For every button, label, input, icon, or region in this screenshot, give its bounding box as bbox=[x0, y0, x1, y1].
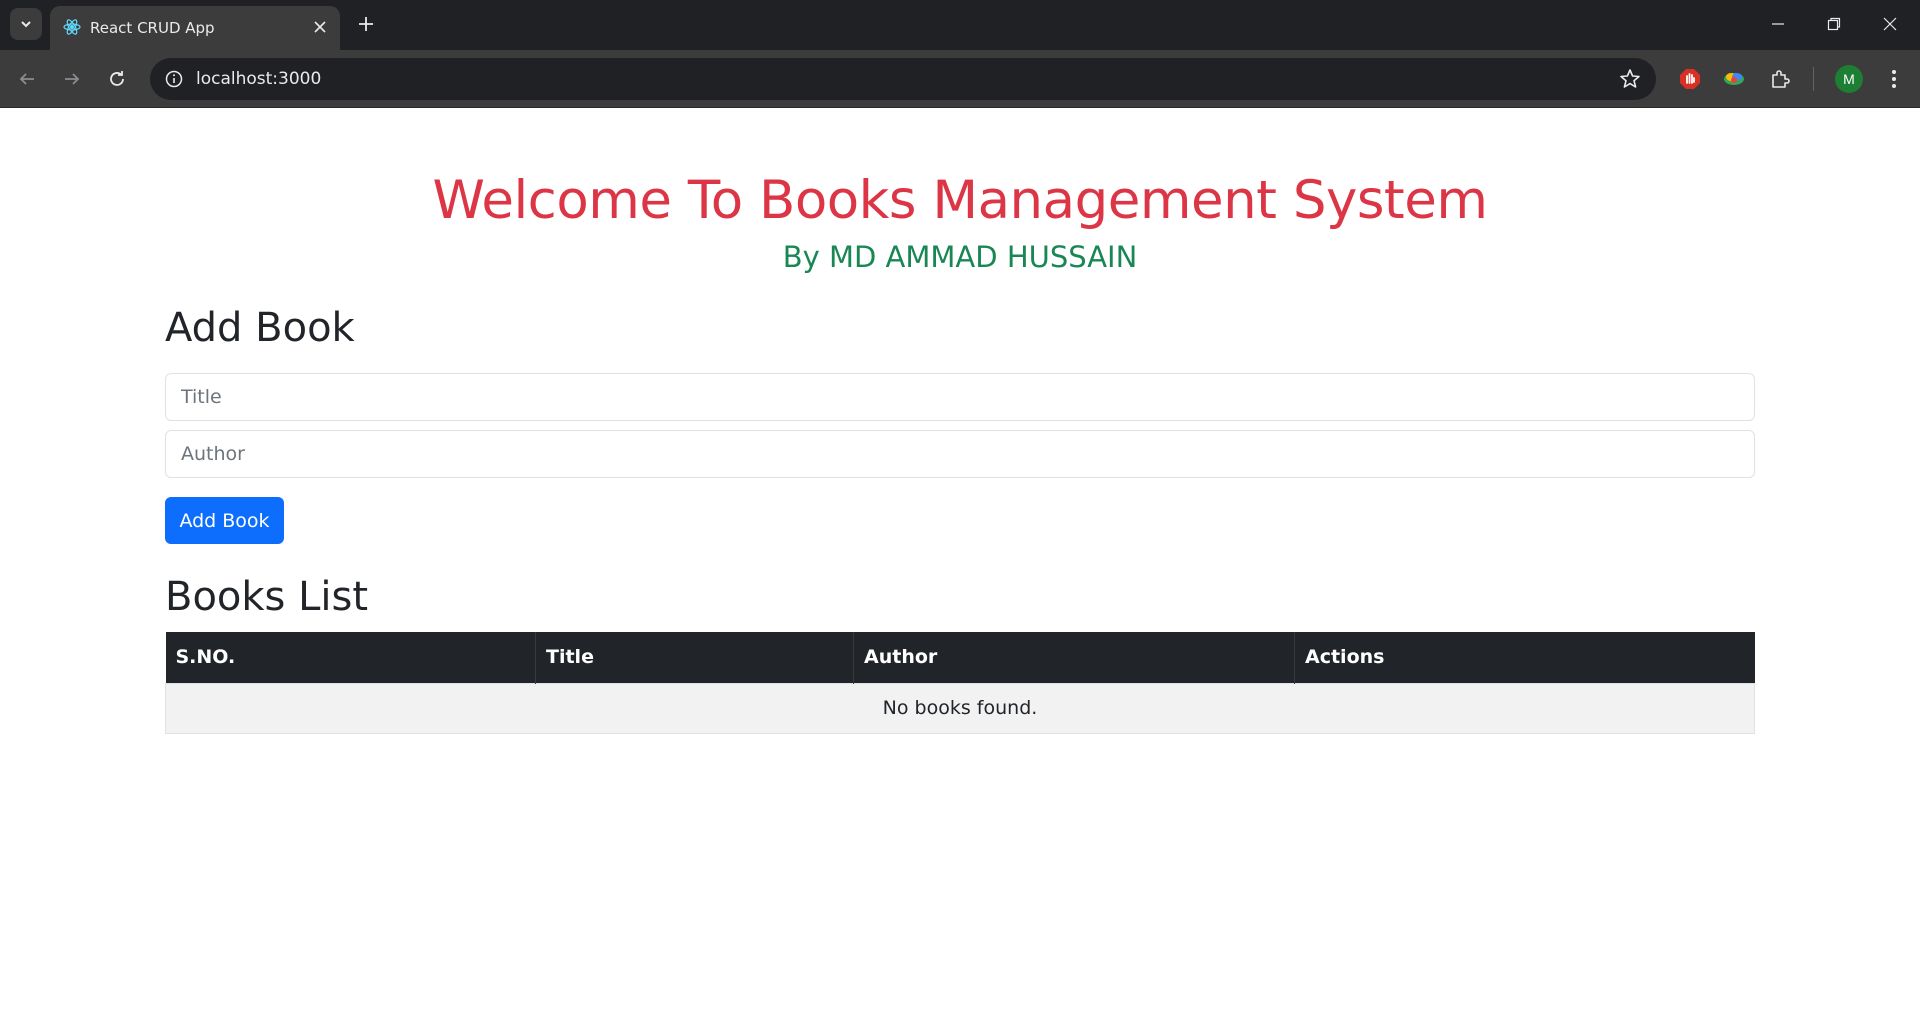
browser-tab-strip: React CRUD App bbox=[0, 0, 1920, 50]
back-icon bbox=[19, 73, 34, 85]
chevron-down-icon bbox=[21, 21, 31, 28]
kebab-menu-icon bbox=[1892, 70, 1896, 88]
minimize-icon bbox=[1772, 23, 1784, 25]
close-window-button[interactable] bbox=[1862, 0, 1918, 48]
reload-icon bbox=[110, 71, 124, 86]
puzzle-icon bbox=[1772, 70, 1790, 88]
react-favicon-icon bbox=[63, 19, 81, 35]
books-table: S.NO. Title Author Actions No books foun… bbox=[165, 632, 1755, 734]
page-subtitle: By MD AMMAD HUSSAIN bbox=[782, 240, 1138, 274]
browser-toolbar: localhost:3000 M bbox=[0, 50, 1920, 108]
column-header-sno: S.NO. bbox=[165, 632, 536, 683]
address-bar[interactable]: localhost:3000 bbox=[150, 58, 1656, 100]
tab-title: React CRUD App bbox=[90, 19, 215, 37]
adblock-extension-icon bbox=[1680, 69, 1700, 89]
add-book-button[interactable]: Add Book bbox=[165, 497, 284, 544]
page-content: Welcome To Books Management System By MD… bbox=[0, 109, 1920, 1014]
add-book-heading: Add Book bbox=[165, 305, 355, 351]
site-info-button[interactable] bbox=[162, 67, 186, 91]
table-row: No books found. bbox=[165, 682, 1755, 734]
close-window-icon bbox=[1883, 17, 1897, 31]
column-header-title: Title bbox=[535, 632, 854, 683]
star-icon[interactable] bbox=[1618, 67, 1642, 91]
tab-close-button[interactable] bbox=[310, 17, 330, 37]
forward-button[interactable] bbox=[55, 62, 89, 96]
restore-icon bbox=[1827, 17, 1841, 31]
author-input[interactable] bbox=[165, 430, 1755, 478]
table-header-row: S.NO. Title Author Actions bbox=[165, 632, 1755, 683]
tab-list-button[interactable] bbox=[10, 8, 42, 40]
books-list-heading: Books List bbox=[165, 574, 369, 620]
forward-icon bbox=[65, 73, 80, 85]
back-button[interactable] bbox=[10, 62, 44, 96]
browser-tab[interactable]: React CRUD App bbox=[50, 6, 340, 50]
url-text: localhost:3000 bbox=[196, 69, 322, 89]
restore-button[interactable] bbox=[1806, 0, 1862, 48]
avatar[interactable]: M bbox=[1835, 65, 1863, 93]
adblock-extension-button[interactable] bbox=[1677, 66, 1703, 92]
page-title: Welcome To Books Management System bbox=[432, 170, 1488, 231]
extensions-menu-button[interactable] bbox=[1767, 66, 1793, 92]
column-header-author: Author bbox=[853, 632, 1295, 683]
new-tab-button[interactable] bbox=[352, 10, 380, 38]
title-input[interactable] bbox=[165, 373, 1755, 421]
column-header-actions: Actions bbox=[1294, 632, 1755, 683]
extension-icon bbox=[1724, 73, 1744, 85]
plus-icon bbox=[359, 17, 373, 31]
site-info-icon bbox=[165, 70, 183, 88]
extension-button[interactable] bbox=[1721, 66, 1747, 92]
close-icon bbox=[314, 21, 326, 33]
browser-menu-button[interactable] bbox=[1880, 65, 1908, 93]
empty-table-message: No books found. bbox=[165, 682, 1755, 734]
minimize-button[interactable] bbox=[1750, 0, 1806, 48]
toolbar-divider bbox=[1813, 67, 1814, 91]
reload-button[interactable] bbox=[100, 62, 134, 96]
